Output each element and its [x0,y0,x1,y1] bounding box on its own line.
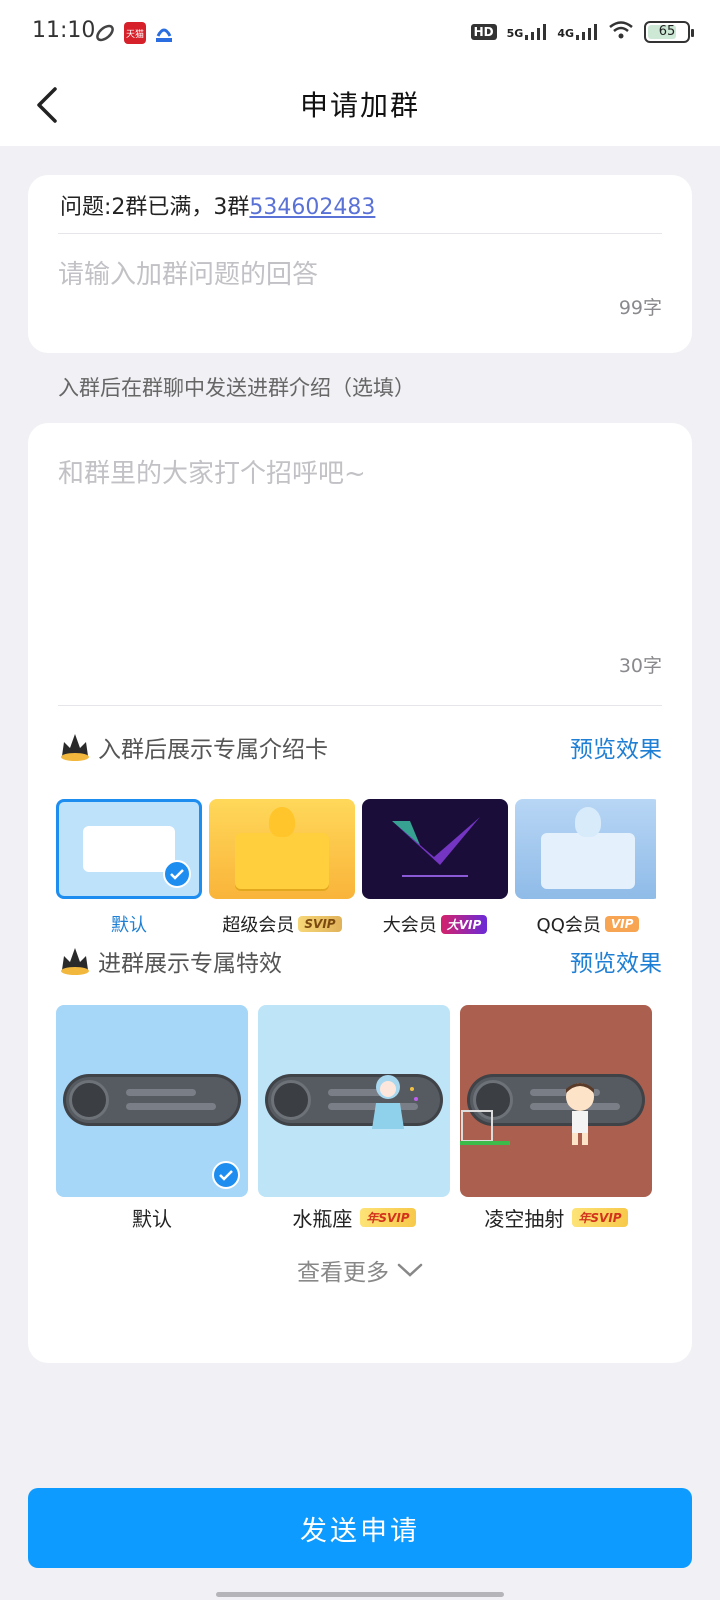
intro-card-section-header: 入群后展示专属介绍卡 预览效果 [58,727,662,767]
intro-card-thumb [209,799,355,899]
intro-card-thumb [56,799,202,899]
intro-card-section-title: 入群后展示专属介绍卡 [98,737,328,763]
effect-thumb [56,1005,248,1197]
effect-option-volley[interactable]: 凌空抽射 年SVIP [460,1005,652,1231]
answer-counter: 99字 [618,297,662,319]
nav-bar: 申请加群 [0,66,720,146]
question-prefix: 问题:2群已满，3群 [60,195,250,220]
divider [58,233,662,234]
divider [58,705,662,706]
svip-badge: SVIP [298,916,342,932]
mascot-shape [269,807,295,837]
battery-icon: 65 [644,20,694,43]
hd-icon: HD [470,23,497,40]
tmall-icon: 天猫 [124,22,146,44]
intro-card: 30字 入群后展示专属介绍卡 预览效果 默认 超级会员SVIP [28,423,692,1363]
effect-pill [66,1077,238,1123]
aquarius-character-icon [372,1075,418,1129]
intro-card-option-qqvip[interactable]: QQ会员 VIP [515,799,656,936]
card-preview-shape [83,826,175,872]
intro-card-label-text: 大会员 [382,915,437,936]
crown-badge-icon [61,734,89,761]
network-4g-label: 4G [557,26,574,40]
intro-card-option-bigvip[interactable]: 大会员 大VIP [362,799,508,936]
selected-check-icon [212,1161,240,1189]
intro-card-label: 默认 [56,911,202,937]
effect-option-default[interactable]: 默认 [56,1005,248,1231]
battery-level: 65 [658,24,676,39]
status-bar: 11:10 天猫 HD 5G 4G 65 [0,0,720,66]
bigvip-badge: 大VIP [440,914,488,934]
soccer-goal-icon [460,1110,510,1145]
network-5g-label: 5G [506,26,524,40]
page-title: 申请加群 [299,89,420,122]
effect-thumb [460,1005,652,1197]
year-svip-badge: 年SVIP [572,1208,628,1227]
home-indicator[interactable] [216,1592,504,1597]
question-text: 问题:2群已满，3群534602483 [60,189,375,221]
effect-section-header: 进群展示专属特效 预览效果 [58,941,662,981]
intro-card-label: 超级会员 SVIP [209,911,355,937]
signal-4g-icon: 4G [557,23,598,40]
view-more-label: 查看更多 [297,1260,389,1286]
effect-label-text: 默认 [132,1207,172,1231]
gift-box-shape [235,833,329,889]
wifi-icon [608,20,634,43]
effect-preview-link[interactable]: 预览效果 [570,944,662,978]
signal-5g-icon: 5G [506,23,548,40]
intro-card-preview-link[interactable]: 预览效果 [570,730,662,764]
effect-label-text: 凌空抽射 [484,1207,565,1231]
intro-card-thumb [362,799,508,899]
effect-option-aquarius[interactable]: 水瓶座 年SVIP [258,1005,450,1231]
selected-check-icon [163,860,191,888]
intro-counter: 30字 [618,655,662,677]
bigvip-logo-icon [392,817,480,877]
send-request-button[interactable]: 发送申请 [28,1488,692,1568]
status-right: HD 5G 4G 65 [470,20,694,43]
link-icon [94,22,116,44]
intro-card-label-text: 默认 [111,915,147,936]
gift-box-shape [541,833,635,889]
baidu-icon [153,22,175,44]
intro-card-option-default[interactable]: 默认 [56,799,202,936]
soccer-player-icon [566,1083,594,1145]
effect-label: 凌空抽射 年SVIP [460,1203,652,1232]
vip-badge: VIP [604,916,640,932]
status-time: 11:10 [32,18,96,43]
intro-hint: 入群后在群聊中发送进群介绍（选填） [58,376,415,400]
crown-badge-icon [61,948,89,975]
intro-textarea[interactable] [58,453,658,653]
effect-thumb [258,1005,450,1197]
effect-label-text: 水瓶座 [292,1207,353,1231]
chevron-down-icon [397,1263,423,1277]
effect-label: 水瓶座 年SVIP [258,1203,450,1232]
group-number-link[interactable]: 534602483 [249,195,375,220]
intro-card-option-svip[interactable]: 超级会员 SVIP [209,799,355,936]
effect-section-title: 进群展示专属特效 [98,951,282,977]
intro-card-thumb [515,799,656,899]
effect-list: 默认 水瓶座 年SVIP 凌空抽射 年SVIP [56,1005,656,1245]
intro-card-label-text: QQ会员 [536,915,601,936]
question-card: 问题:2群已满，3群534602483 99字 [28,175,692,353]
effect-label: 默认 [56,1203,248,1232]
intro-card-label: QQ会员 VIP [515,911,656,937]
year-svip-badge: 年SVIP [360,1208,416,1227]
intro-card-label-text: 超级会员 [222,915,295,936]
intro-card-label: 大会员 大VIP [362,911,508,937]
mascot-shape [575,807,601,837]
view-more-button[interactable]: 查看更多 [28,1253,692,1287]
answer-input[interactable] [58,255,658,295]
intro-card-list: 默认 超级会员 SVIP 大会员 大VIP QQ会员 VIP [56,799,656,939]
